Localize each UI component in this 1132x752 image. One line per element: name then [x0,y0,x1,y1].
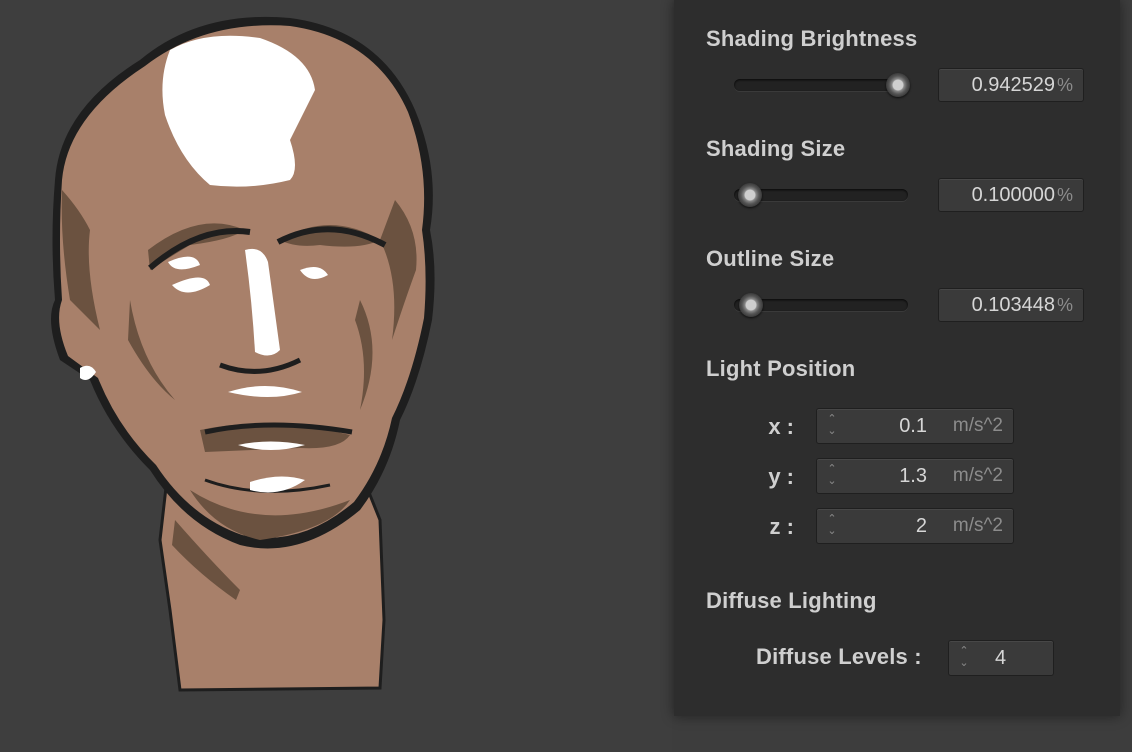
toon-shaded-head-render [51,16,435,692]
light-y-label: y : [768,464,794,489]
outline-size-slider-knob[interactable] [739,293,763,317]
light-y-value: 1.3 [899,465,927,487]
diffuse-lighting-label: Diffuse Lighting [706,588,877,613]
light-y-unit: m/s^2 [952,465,1003,486]
shading-size-label: Shading Size [706,136,846,161]
settings-panel: Shading Brightness 0.942529% Shading Siz… [674,0,1120,716]
spin-arrows-icon[interactable]: ⌃ ⌄ [825,513,839,539]
shading-size-slider[interactable] [734,183,908,207]
light-z-unit: m/s^2 [952,515,1003,536]
diffuse-levels-label: Diffuse Levels : [756,644,922,669]
shading-brightness-input[interactable]: 0.942529% [938,68,1084,102]
light-position-label: Light Position [706,356,856,381]
shading-size-input[interactable]: 0.100000% [938,178,1084,212]
shading-brightness-unit: % [1056,75,1073,95]
shading-size-value: 0.100000 [971,184,1055,206]
spin-arrows-icon[interactable]: ⌃ ⌄ [825,413,839,439]
shading-size-slider-knob[interactable] [738,183,762,207]
outline-size-value: 0.103448 [971,294,1055,316]
shading-brightness-label: Shading Brightness [706,26,918,51]
outline-size-unit: % [1056,295,1073,315]
outline-size-input[interactable]: 0.103448% [938,288,1084,322]
diffuse-levels-spinbox[interactable]: ⌃ ⌄ 4 [948,640,1054,676]
shading-brightness-value: 0.942529 [971,74,1055,96]
spin-arrows-icon[interactable]: ⌃ ⌄ [957,645,971,671]
3d-viewport[interactable] [0,0,672,752]
shading-size-unit: % [1056,185,1073,205]
light-x-unit: m/s^2 [952,415,1003,436]
light-z-spinbox[interactable]: ⌃ ⌄ 2 m/s^2 [816,508,1014,544]
light-z-label: z : [769,514,794,539]
light-y-spinbox[interactable]: ⌃ ⌄ 1.3 m/s^2 [816,458,1014,494]
diffuse-levels-value: 4 [995,647,1007,669]
shading-brightness-slider[interactable] [734,73,910,97]
outline-size-label: Outline Size [706,246,835,271]
light-x-label: x : [768,414,794,439]
light-z-value: 2 [915,515,927,537]
light-x-spinbox[interactable]: ⌃ ⌄ 0.1 m/s^2 [816,408,1014,444]
shading-brightness-slider-knob[interactable] [886,73,910,97]
outline-size-slider[interactable] [734,293,908,317]
spin-arrows-icon[interactable]: ⌃ ⌄ [825,463,839,489]
light-x-value: 0.1 [899,415,927,437]
